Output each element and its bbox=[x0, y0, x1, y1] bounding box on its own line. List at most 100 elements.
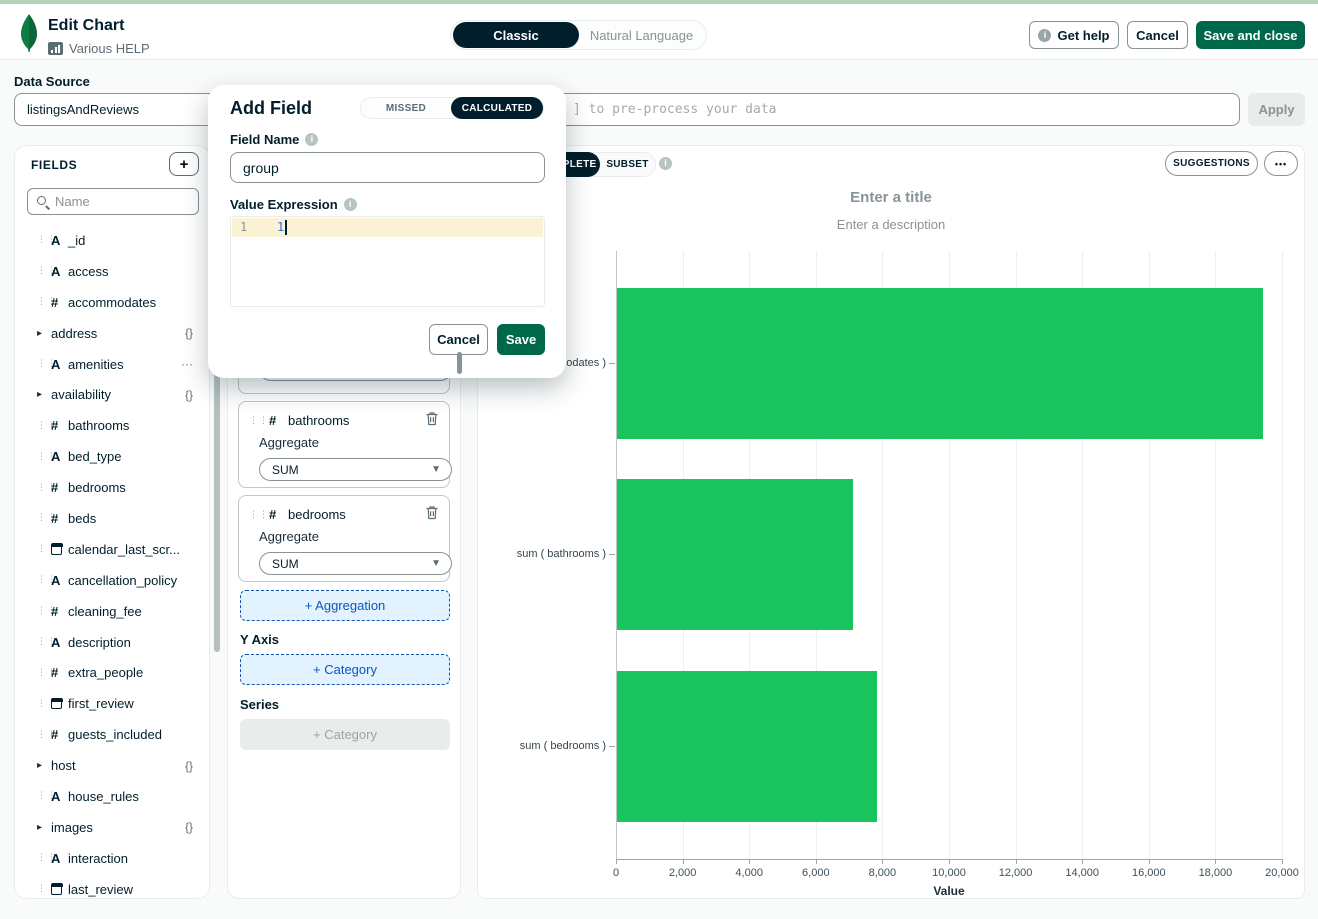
field-name: house_rules bbox=[68, 789, 139, 804]
value-expression-editor[interactable]: 1 1 bbox=[230, 216, 545, 307]
field-item-first_review[interactable]: ⋮⋮first_review bbox=[15, 688, 209, 719]
chart-title-placeholder[interactable]: Enter a title bbox=[478, 189, 1304, 206]
field-item-accommodates[interactable]: ⋮⋮#accommodates bbox=[15, 287, 209, 318]
drag-handle-icon[interactable]: ⋮⋮ bbox=[37, 853, 51, 863]
field-item-amenities[interactable]: ⋮⋮Aamenities··· bbox=[15, 349, 209, 380]
field-name-input[interactable] bbox=[230, 152, 545, 183]
field-item-images[interactable]: ▸images{} bbox=[15, 812, 209, 843]
field-item-bed_type[interactable]: ⋮⋮Abed_type bbox=[15, 441, 209, 472]
more-options-button[interactable]: ••• bbox=[1264, 151, 1298, 176]
field-name: calendar_last_scr... bbox=[68, 542, 180, 557]
drag-handle-icon[interactable]: ⋮⋮ bbox=[37, 297, 51, 307]
encoding-scrollbar[interactable] bbox=[457, 352, 462, 374]
field-search-input[interactable]: Name bbox=[27, 188, 199, 215]
tab-subset[interactable]: SUBSET bbox=[600, 152, 655, 177]
field-name: bathrooms bbox=[68, 418, 129, 433]
field-item-guests_included[interactable]: ⋮⋮#guests_included bbox=[15, 719, 209, 750]
field-item-availability[interactable]: ▸availability{} bbox=[15, 379, 209, 410]
cancel-button[interactable]: Cancel bbox=[1127, 21, 1188, 49]
drag-handle-icon[interactable]: ⋮⋮ bbox=[37, 884, 51, 894]
drag-handle-icon[interactable]: ⋮⋮ bbox=[37, 359, 51, 369]
modal-cancel-button[interactable]: Cancel bbox=[429, 324, 488, 355]
y-tick-mark bbox=[609, 363, 615, 364]
x-tick-label: 6,000 bbox=[786, 867, 846, 879]
field-item-host[interactable]: ▸host{} bbox=[15, 750, 209, 781]
field-item-last_review[interactable]: ⋮⋮last_review bbox=[15, 874, 209, 899]
page-title: Edit Chart bbox=[48, 17, 124, 35]
y-category-label: sum ( bedrooms ) bbox=[406, 740, 606, 752]
drag-handle-icon[interactable]: ⋮⋮ bbox=[37, 606, 51, 616]
drag-handle-icon[interactable]: ⋮⋮ bbox=[37, 266, 51, 276]
add-field-button[interactable]: + bbox=[169, 152, 199, 176]
field-item-cancellation_policy[interactable]: ⋮⋮Acancellation_policy bbox=[15, 565, 209, 596]
field-item-interaction[interactable]: ⋮⋮Ainteraction bbox=[15, 843, 209, 874]
drag-handle-icon[interactable]: ⋮⋮ bbox=[37, 637, 51, 647]
field-item-address[interactable]: ▸address{} bbox=[15, 318, 209, 349]
suggestions-button[interactable]: SUGGESTIONS bbox=[1165, 151, 1258, 176]
save-and-close-button[interactable]: Save and close bbox=[1196, 21, 1305, 49]
drag-handle-icon[interactable]: ⋮⋮ bbox=[37, 513, 51, 523]
expand-caret-icon[interactable]: ▸ bbox=[37, 328, 51, 339]
field-item-calendar_last_scr[interactable]: ⋮⋮ calendar_last_scr... bbox=[15, 534, 209, 565]
drag-handle-icon[interactable]: ⋮⋮ bbox=[37, 544, 51, 554]
field-item-_id[interactable]: ⋮⋮A_id bbox=[15, 225, 209, 256]
field-item-house_rules[interactable]: ⋮⋮Ahouse_rules bbox=[15, 781, 209, 812]
expand-caret-icon[interactable]: ▸ bbox=[37, 760, 51, 771]
drag-handle-icon[interactable]: ⋮⋮ bbox=[249, 416, 263, 426]
field-item-cleaning_fee[interactable]: ⋮⋮#cleaning_fee bbox=[15, 596, 209, 627]
x-axis-title: Value bbox=[899, 884, 999, 898]
tab-classic[interactable]: Classic bbox=[453, 22, 579, 48]
drag-handle-icon[interactable]: ⋮⋮ bbox=[37, 730, 51, 740]
field-item-beds[interactable]: ⋮⋮#beds bbox=[15, 503, 209, 534]
get-help-button[interactable]: i Get help bbox=[1029, 21, 1119, 49]
field-item-description[interactable]: ⋮⋮Adescription bbox=[15, 627, 209, 658]
info-icon[interactable]: i bbox=[305, 133, 318, 146]
add-aggregation-button[interactable]: + Aggregation bbox=[240, 590, 450, 621]
number-type-icon: # bbox=[51, 511, 68, 526]
info-icon[interactable]: i bbox=[344, 198, 357, 211]
string-type-icon: A bbox=[51, 264, 68, 279]
chart-description-placeholder[interactable]: Enter a description bbox=[478, 217, 1304, 232]
aggregate-select-bathrooms[interactable]: SUM ▼ bbox=[259, 458, 452, 481]
number-type-icon: # bbox=[51, 295, 68, 310]
drag-handle-icon[interactable]: ⋮⋮ bbox=[37, 421, 51, 431]
delete-field-icon[interactable] bbox=[425, 411, 439, 429]
field-item-bathrooms[interactable]: ⋮⋮#bathrooms bbox=[15, 410, 209, 441]
fields-panel-title: FIELDS bbox=[31, 158, 77, 172]
aggregation-card-bedrooms: ⋮⋮ # bedrooms Aggregate SUM ▼ bbox=[238, 495, 450, 582]
y-category-label: sum ( bathrooms ) bbox=[406, 548, 606, 560]
field-name: description bbox=[68, 635, 131, 650]
sample-info-icon[interactable]: i bbox=[659, 157, 672, 170]
tab-calculated[interactable]: CALCULATED bbox=[451, 97, 543, 119]
drag-handle-icon[interactable]: ⋮⋮ bbox=[37, 575, 51, 585]
number-type-icon: # bbox=[51, 480, 68, 495]
tab-missed[interactable]: MISSED bbox=[361, 97, 451, 119]
field-name: address bbox=[51, 326, 97, 341]
x-tick-label: 16,000 bbox=[1119, 867, 1179, 879]
modal-save-button[interactable]: Save bbox=[497, 324, 545, 355]
info-icon: i bbox=[1038, 29, 1051, 42]
array-badge: ··· bbox=[181, 357, 193, 371]
tab-natural-language[interactable]: Natural Language bbox=[579, 22, 704, 48]
aggregation-card-bathrooms: ⋮⋮ # bathrooms Aggregate SUM ▼ bbox=[238, 401, 450, 488]
delete-field-icon[interactable] bbox=[425, 505, 439, 523]
drag-handle-icon[interactable]: ⋮⋮ bbox=[37, 791, 51, 801]
field-item-access[interactable]: ⋮⋮Aaccess bbox=[15, 256, 209, 287]
apply-button[interactable]: Apply bbox=[1248, 93, 1305, 126]
expand-caret-icon[interactable]: ▸ bbox=[37, 822, 51, 833]
drag-handle-icon[interactable]: ⋮⋮ bbox=[37, 699, 51, 709]
drag-handle-icon[interactable]: ⋮⋮ bbox=[37, 483, 51, 493]
field-item-extra_people[interactable]: ⋮⋮#extra_people bbox=[15, 657, 209, 688]
x-tick-label: 8,000 bbox=[852, 867, 912, 879]
add-category-button[interactable]: + Category bbox=[240, 654, 450, 685]
drag-handle-icon[interactable]: ⋮⋮ bbox=[249, 510, 263, 520]
drag-handle-icon[interactable]: ⋮⋮ bbox=[37, 235, 51, 245]
drag-handle-icon[interactable]: ⋮⋮ bbox=[37, 452, 51, 462]
x-tick-mark bbox=[683, 860, 684, 864]
object-badge: {} bbox=[185, 759, 193, 773]
x-tick-mark bbox=[1016, 860, 1017, 864]
expand-caret-icon[interactable]: ▸ bbox=[37, 389, 51, 400]
drag-handle-icon[interactable]: ⋮⋮ bbox=[37, 668, 51, 678]
x-tick-label: 0 bbox=[586, 867, 646, 879]
field-item-bedrooms[interactable]: ⋮⋮#bedrooms bbox=[15, 472, 209, 503]
